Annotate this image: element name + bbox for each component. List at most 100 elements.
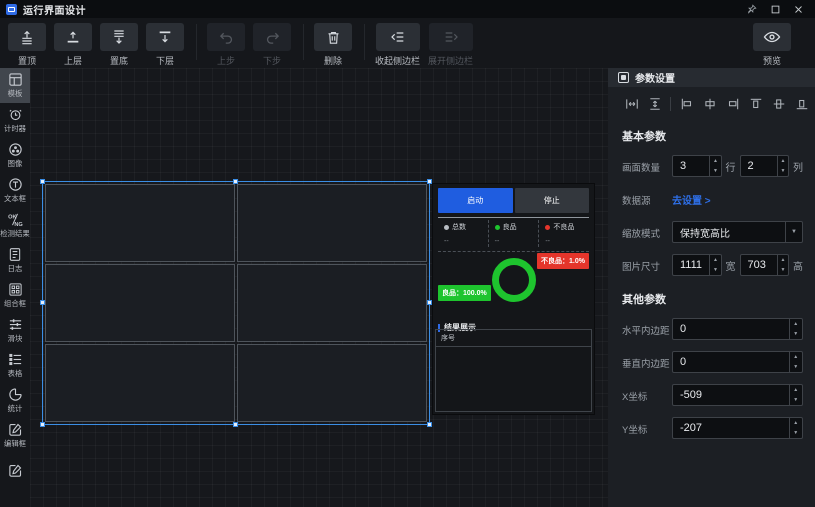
spinner-up-icon[interactable] <box>778 255 788 265</box>
spinner-down-icon[interactable] <box>790 395 802 405</box>
x-coord-input[interactable] <box>673 385 789 405</box>
sidebar-item-textbox[interactable]: 文本框 <box>0 173 30 208</box>
resize-handle[interactable] <box>233 179 238 184</box>
rows-stepper <box>672 155 722 177</box>
resize-handle[interactable] <box>40 179 45 184</box>
start-button[interactable]: 启动 <box>438 188 513 213</box>
close-icon[interactable] <box>794 5 803 14</box>
y-coord-label: Y坐标 <box>622 421 670 435</box>
good-dot-icon <box>495 225 500 230</box>
stop-button[interactable]: 停止 <box>515 188 590 213</box>
width-input[interactable] <box>673 255 709 275</box>
spinner-up-icon[interactable] <box>778 156 788 166</box>
spinner-down-icon[interactable] <box>778 265 788 275</box>
sidebar-item-editbox[interactable]: 编辑框 <box>0 418 30 453</box>
rows-input[interactable] <box>673 156 709 176</box>
delete-button[interactable]: 删除 <box>314 23 352 67</box>
expand-sidebar-button[interactable]: 展开侧边栏 <box>428 23 473 67</box>
height-stepper <box>740 254 790 276</box>
inspector-header: 参数设置 <box>608 68 815 87</box>
runtime-control-panel-widget[interactable]: 启动 停止 总数 -- 良品 -- 不良品 -- 不良品：1.0% 良品：100… <box>432 183 595 415</box>
undo-button[interactable]: 上步 <box>207 23 245 67</box>
image-grid-cell[interactable] <box>237 264 427 342</box>
send-to-back-button[interactable]: 置底 <box>100 23 138 67</box>
sidebar-item-slider[interactable]: 滑块 <box>0 313 30 348</box>
spinner-up-icon[interactable] <box>710 156 720 166</box>
resize-handle[interactable] <box>427 422 432 427</box>
image-grid-cell[interactable] <box>45 264 235 342</box>
spinner-up-icon[interactable] <box>790 319 802 329</box>
y-coord-row: Y坐标 <box>622 417 803 439</box>
send-to-back-icon <box>111 29 127 45</box>
redo-button[interactable]: 下步 <box>253 23 291 67</box>
pin-icon[interactable] <box>747 4 757 14</box>
align-right-icon[interactable] <box>723 95 742 113</box>
align-bottom-icon[interactable] <box>792 95 811 113</box>
ok-ng-icon: OKNG <box>7 212 23 227</box>
h-padding-label: 水平内边距 <box>622 322 670 336</box>
parameter-inspector: 参数设置 基本参数 画面数量 行 列 数据源 去设置 > 缩放模式 保持宽高比 <box>608 68 815 507</box>
spinner-down-icon[interactable] <box>790 362 802 372</box>
datasource-settings-link[interactable]: 去设置 > <box>672 192 711 207</box>
spinner-up-icon[interactable] <box>790 352 802 362</box>
width-unit: 宽 <box>726 258 736 273</box>
cols-unit: 列 <box>793 159 803 174</box>
cols-input[interactable] <box>741 156 777 176</box>
resize-handle[interactable] <box>40 300 45 305</box>
image-grid-cell[interactable] <box>45 344 235 422</box>
selected-image-grid-widget[interactable] <box>42 181 430 425</box>
image-grid-cell[interactable] <box>237 344 427 422</box>
spinner-down-icon[interactable] <box>710 265 720 275</box>
resize-handle[interactable] <box>40 422 45 427</box>
resize-handle[interactable] <box>233 422 238 427</box>
total-dot-icon <box>444 225 449 230</box>
layer-down-button[interactable]: 下层 <box>146 23 184 67</box>
height-input[interactable] <box>741 255 777 275</box>
h-padding-input[interactable] <box>673 319 789 339</box>
stretch-horizontal-icon[interactable] <box>622 95 641 113</box>
resize-handle[interactable] <box>427 179 432 184</box>
h-padding-row: 水平内边距 <box>622 318 803 340</box>
bring-to-front-button[interactable]: 置顶 <box>8 23 46 67</box>
bring-to-front-icon <box>19 29 35 45</box>
spinner-up-icon[interactable] <box>790 418 802 428</box>
v-padding-input[interactable] <box>673 352 789 372</box>
spinner-up-icon[interactable] <box>710 255 720 265</box>
layer-up-button[interactable]: 上层 <box>54 23 92 67</box>
maximize-icon[interactable] <box>771 5 780 14</box>
align-center-vertical-icon[interactable] <box>769 95 788 113</box>
spinner-down-icon[interactable] <box>710 166 720 176</box>
sidebar-item-template[interactable]: 模板 <box>0 68 30 103</box>
image-grid-cell[interactable] <box>45 184 235 262</box>
spinner-down-icon[interactable] <box>790 428 802 438</box>
align-top-icon[interactable] <box>746 95 765 113</box>
scale-mode-select[interactable]: 保持宽高比 <box>672 221 803 243</box>
sidebar-item-log[interactable]: 日志 <box>0 243 30 278</box>
inspector-title: 参数设置 <box>635 70 675 85</box>
collapse-sidebar-button[interactable]: 收起侧边栏 <box>375 23 420 67</box>
y-coord-input[interactable] <box>673 418 789 438</box>
spinner-down-icon[interactable] <box>790 329 802 339</box>
spinner-down-icon[interactable] <box>778 166 788 176</box>
x-coord-stepper <box>672 384 803 406</box>
image-grid-cell[interactable] <box>237 184 427 262</box>
spinner-up-icon[interactable] <box>790 385 802 395</box>
design-canvas[interactable]: 启动 停止 总数 -- 良品 -- 不良品 -- 不良品：1.0% 良品：100… <box>30 68 608 507</box>
preview-button[interactable]: 预览 <box>753 23 791 67</box>
align-left-icon[interactable] <box>677 95 696 113</box>
panel-separator <box>438 217 589 218</box>
sidebar-item-timer[interactable]: 计时器 <box>0 103 30 138</box>
sidebar-item-table[interactable]: 表格 <box>0 348 30 383</box>
statistics-icon <box>8 387 23 402</box>
align-center-horizontal-icon[interactable] <box>700 95 719 113</box>
sidebar-item-combobox[interactable]: 组合框 <box>0 278 30 313</box>
sidebar-item-image[interactable]: 图像 <box>0 138 30 173</box>
sidebar-item-detect-result[interactable]: OKNG 检测结果 <box>0 208 30 243</box>
resize-handle[interactable] <box>427 300 432 305</box>
sidebar-item-statistics[interactable]: 统计 <box>0 383 30 418</box>
sidebar-item-editbox-2[interactable] <box>0 453 30 488</box>
cols-stepper <box>740 155 790 177</box>
stretch-vertical-icon[interactable] <box>645 95 664 113</box>
editbox-icon <box>8 422 23 437</box>
svg-text:NG: NG <box>14 222 23 227</box>
